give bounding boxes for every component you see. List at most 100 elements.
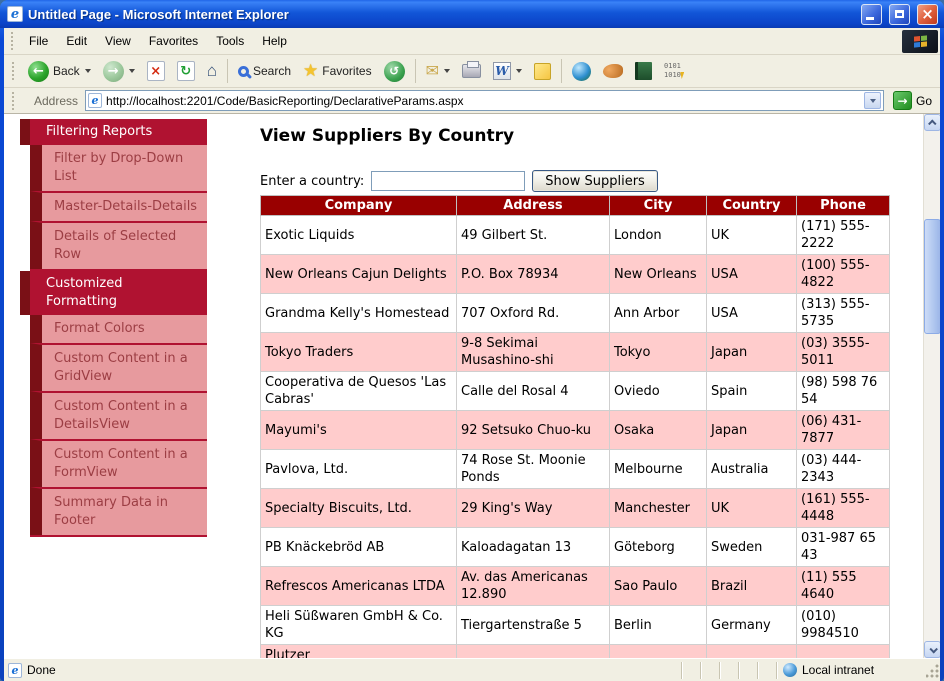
sidebar-nav: Filtering ReportsFilter by Drop-Down Lis… (20, 119, 207, 537)
menu-item-tools[interactable]: Tools (207, 30, 253, 52)
search-label: Search (253, 64, 291, 78)
menubar-grip[interactable] (11, 32, 16, 50)
search-button[interactable]: Search (233, 61, 296, 81)
favorites-star-icon: ★ (303, 61, 318, 81)
mail-dropdown-icon[interactable] (444, 69, 450, 73)
page-title: View Suppliers By Country (260, 126, 889, 146)
sidebar-section-items: Format ColorsCustom Content in a GridVie… (30, 315, 207, 537)
standard-toolbar: ← Back → × ↻ ⌂ Search ★ (4, 55, 940, 88)
sidebar-item[interactable]: Format Colors (30, 315, 207, 343)
status-left-pane: e Done (8, 663, 681, 678)
show-suppliers-button[interactable]: Show Suppliers (532, 170, 658, 192)
refresh-button[interactable]: ↻ (172, 58, 200, 84)
table-cell: 031-987 65 43 (797, 528, 890, 567)
close-button[interactable]: × (917, 4, 938, 25)
discuss-button[interactable] (529, 60, 556, 83)
address-label: Address (26, 94, 80, 108)
vertical-scrollbar[interactable] (923, 114, 940, 658)
home-button[interactable]: ⌂ (202, 58, 222, 84)
table-cell: Germany (707, 606, 797, 645)
table-cell: (171) 555-2222 (797, 216, 890, 255)
go-arrow-icon: → (893, 91, 912, 110)
addressbar-grip[interactable] (12, 92, 17, 110)
search-icon (238, 66, 249, 77)
window-title: Untitled Page - Microsoft Internet Explo… (28, 7, 854, 22)
ie-app-icon: e (7, 6, 23, 22)
sidebar-item[interactable]: Filter by Drop-Down List (30, 145, 207, 191)
status-pane (757, 662, 776, 679)
table-cell: New Orleans (610, 255, 707, 294)
research-button[interactable] (630, 59, 657, 83)
suppliers-table: CompanyAddressCityCountryPhone Exotic Li… (260, 195, 890, 658)
country-form: Enter a country: Show Suppliers (260, 170, 889, 192)
table-cell: Calle del Rosal 4 (457, 372, 610, 411)
status-pane (700, 662, 719, 679)
scrollbar-thumb[interactable] (924, 219, 940, 334)
resize-grip[interactable] (926, 662, 940, 679)
intranet-globe-icon (783, 663, 797, 677)
go-button[interactable]: → Go (889, 90, 936, 111)
table-cell: Berlin (610, 606, 707, 645)
table-cell: Osaka (610, 411, 707, 450)
page-content: Filtering ReportsFilter by Drop-Down Lis… (4, 114, 940, 658)
forward-button[interactable]: → (98, 58, 140, 85)
forward-dropdown-icon[interactable] (129, 69, 135, 73)
back-button[interactable]: ← Back (23, 58, 96, 85)
table-row: Plutzer LebensmittelgroßmärkteBogenallee… (261, 645, 890, 659)
table-cell: USA (707, 294, 797, 333)
sidebar-item[interactable]: Custom Content in a DetailsView (30, 391, 207, 439)
table-cell: UK (707, 489, 797, 528)
maximize-button[interactable] (889, 4, 910, 25)
sidebar-item[interactable]: Custom Content in a FormView (30, 439, 207, 487)
table-cell: Manchester (610, 489, 707, 528)
sidebar-item[interactable]: Master-Details-Details (30, 191, 207, 221)
table-cell: Av. das Americanas 12.890 (457, 567, 610, 606)
scroll-down-button[interactable] (924, 641, 940, 658)
favorites-button[interactable]: ★ Favorites (298, 58, 377, 84)
windows-logo-icon (902, 30, 938, 53)
address-input-box[interactable]: e (85, 90, 884, 111)
status-bar: e Done Local intranet (4, 658, 940, 681)
table-cell: Plutzer Lebensmittelgroßmärkte (261, 645, 457, 659)
sidebar-item[interactable]: Summary Data in Footer (30, 487, 207, 535)
table-cell: Japan (707, 411, 797, 450)
table-cell: Tiergartenstraße 5 (457, 606, 610, 645)
edit-with-word-button[interactable]: W (488, 59, 527, 83)
country-input[interactable] (371, 171, 525, 191)
menu-item-view[interactable]: View (96, 30, 140, 52)
sidebar-item[interactable]: Custom Content in a GridView (30, 343, 207, 391)
research-book-icon (635, 62, 652, 80)
table-cell: Exotic Liquids (261, 216, 457, 255)
sidebar-item[interactable]: Details of Selected Row (30, 221, 207, 269)
menu-item-file[interactable]: File (20, 30, 57, 52)
fox-icon (603, 64, 623, 78)
addon-button[interactable] (598, 61, 628, 81)
table-cell: Sweden (707, 528, 797, 567)
edit-dropdown-icon[interactable] (516, 69, 522, 73)
chevron-down-icon (929, 645, 937, 653)
refresh-icon: ↻ (177, 61, 195, 81)
menu-item-edit[interactable]: Edit (57, 30, 96, 52)
menu-item-favorites[interactable]: Favorites (140, 30, 207, 52)
menu-item-help[interactable]: Help (253, 30, 296, 52)
minimize-button[interactable] (861, 4, 882, 25)
mail-button[interactable]: ✉ (421, 58, 455, 84)
script-tool-button[interactable]: 0101 1010 0101 (659, 59, 689, 83)
table-cell: 49 Gilbert St. (457, 216, 610, 255)
table-cell: PB Knäckebröd AB (261, 528, 457, 567)
table-cell: Grandma Kelly's Homestead (261, 294, 457, 333)
toolbar-grip[interactable] (12, 62, 17, 80)
web-search-button[interactable] (567, 59, 596, 84)
history-button[interactable]: ↺ (379, 58, 410, 85)
stop-button[interactable]: × (142, 58, 170, 84)
table-row: Heli Süßwaren GmbH & Co. KGTiergartenstr… (261, 606, 890, 645)
country-label: Enter a country: (260, 174, 364, 189)
scroll-up-button[interactable] (924, 114, 940, 131)
address-input[interactable] (106, 94, 860, 108)
print-button[interactable] (457, 61, 486, 81)
status-pane (681, 662, 700, 679)
back-dropdown-icon[interactable] (85, 69, 91, 73)
status-text: Done (27, 663, 56, 677)
table-cell: Melbourne (610, 450, 707, 489)
address-dropdown-button[interactable] (864, 92, 881, 109)
